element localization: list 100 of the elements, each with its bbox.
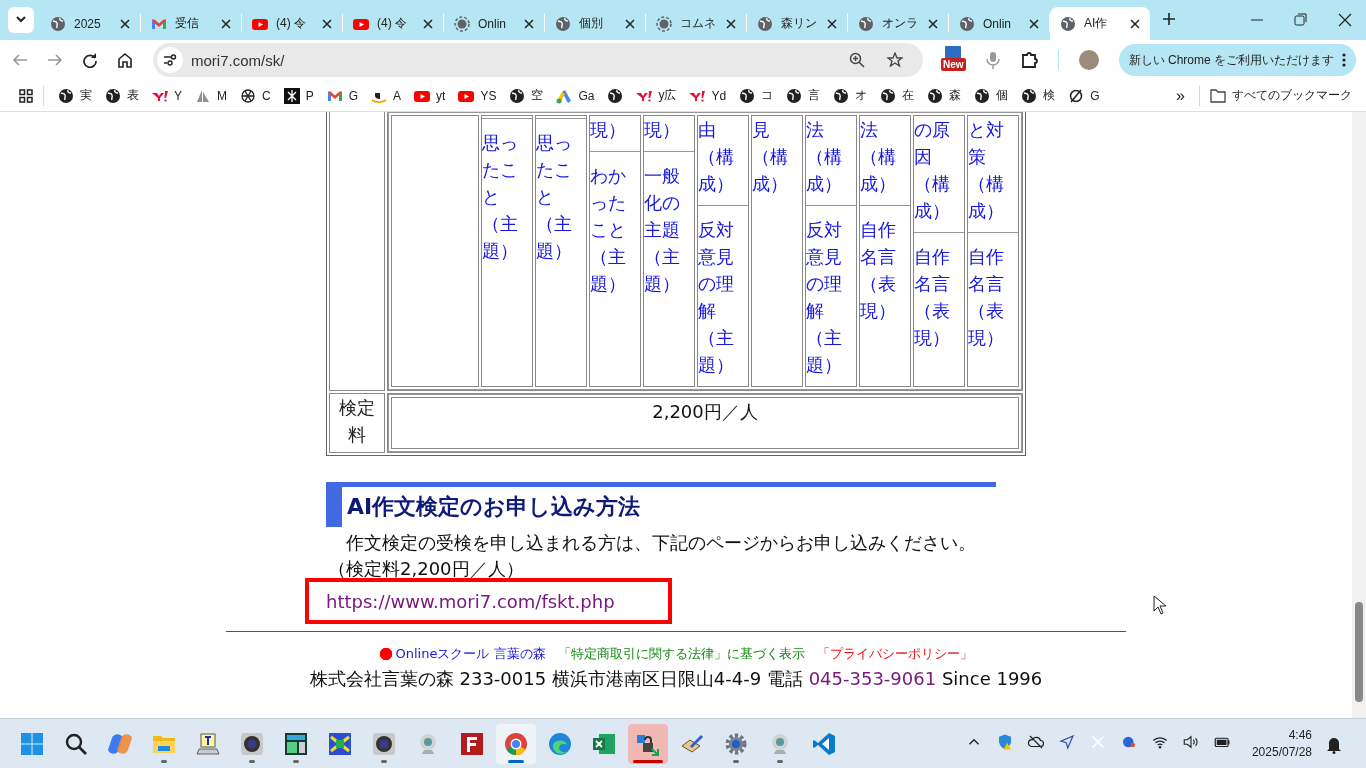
restore-icon[interactable] <box>1294 13 1308 27</box>
browser-tab[interactable]: コムネ <box>646 7 746 40</box>
scrollbar[interactable] <box>1352 112 1366 718</box>
browser-tab[interactable]: 受信 <box>141 7 241 40</box>
ring-icon <box>504 731 528 756</box>
browser-tab[interactable]: 個別 <box>545 7 645 40</box>
site-settings-icon <box>163 53 177 67</box>
tab-list-button[interactable] <box>8 7 34 33</box>
bookmark[interactable]: C <box>240 87 271 104</box>
bookmark[interactable]: Yd <box>689 87 727 104</box>
footer-link[interactable]: 「特定商取引に関する法律」に基づく表示 <box>557 645 805 663</box>
bookmark[interactable]: 個 <box>974 87 1009 104</box>
taskbar-button[interactable] <box>628 723 668 764</box>
back-icon[interactable] <box>12 52 28 68</box>
close-icon[interactable] <box>423 18 433 29</box>
browser-tab[interactable]: Onlin <box>949 7 1049 40</box>
puzzle-icon[interactable] <box>1019 51 1038 69</box>
bookmark[interactable]: M <box>195 87 227 104</box>
more-bookmarks-button[interactable]: » <box>1176 86 1185 105</box>
star-icon[interactable] <box>886 52 903 68</box>
paragraph: 作文検定の受検を申し込まれる方は、下記のページからお申し込みください。 <box>345 531 977 555</box>
close-icon[interactable] <box>726 18 736 29</box>
close-icon[interactable] <box>1029 18 1039 29</box>
bookmark[interactable]: G <box>326 87 359 104</box>
forward-icon[interactable] <box>47 52 63 68</box>
browser-tab[interactable]: 森リン <box>747 7 847 40</box>
url-text: mori7.com/sk/ <box>191 51 286 69</box>
avatar-icon[interactable] <box>1078 50 1099 70</box>
bookmark[interactable]: P <box>283 87 314 104</box>
mic-icon[interactable] <box>985 51 1000 69</box>
cell-text: 自作名言（表現） <box>860 205 910 332</box>
monitor-app-icon <box>284 731 308 756</box>
bookmark[interactable]: 検 <box>1021 87 1056 104</box>
link[interactable]: https://www.mori7.com/fskt.php <box>326 590 615 612</box>
bookmark[interactable]: 在 <box>880 87 915 104</box>
clock-time[interactable]: 4:46 <box>1288 726 1312 744</box>
close-icon[interactable] <box>928 18 938 29</box>
cell-text: 思ったこと（主題） <box>482 131 519 263</box>
clock-date[interactable]: 2025/07/28 <box>1251 743 1312 761</box>
bookmark[interactable]: コ <box>739 87 774 104</box>
footer-link[interactable]: 「プライバシーポリシー」 <box>816 645 973 663</box>
browser-tab[interactable]: 2025 <box>40 7 140 40</box>
bookmark[interactable]: 森 <box>927 87 962 104</box>
globe-icon <box>58 87 74 104</box>
home-icon[interactable] <box>117 52 133 68</box>
bookmark[interactable]: yt <box>414 87 446 104</box>
bookmark[interactable]: オ <box>833 87 868 104</box>
bookmark[interactable]: Ga <box>556 87 595 104</box>
cell-text: 思ったこと（主題） <box>536 131 573 263</box>
plus-icon[interactable] <box>1162 12 1176 26</box>
bookmark[interactable]: 空 <box>509 87 544 104</box>
cell-text: 自作名言（表現） <box>968 232 1018 359</box>
zoom-icon[interactable] <box>848 52 865 68</box>
close-icon[interactable] <box>322 18 332 29</box>
bookmark[interactable]: YS <box>458 87 497 104</box>
cell-text: 一般化の主題（主題） <box>644 151 694 305</box>
section-heading: AI作文検定のお申し込み方法 <box>326 482 996 527</box>
reload-icon[interactable] <box>82 52 98 68</box>
notepad-icon <box>196 731 220 756</box>
cell-text: 現） <box>644 118 681 142</box>
bookmark[interactable]: 表 <box>105 87 139 104</box>
close-icon[interactable] <box>524 18 534 29</box>
close-icon[interactable] <box>827 18 837 29</box>
bookmark[interactable]: G <box>1068 87 1100 104</box>
cell-text: 自作名言（表現） <box>914 232 964 359</box>
close-icon[interactable] <box>1130 18 1140 29</box>
bookmark[interactable]: Y <box>152 87 182 104</box>
browser-tab[interactable]: Onlin <box>444 7 544 40</box>
triangle-icon <box>556 87 573 104</box>
update-button[interactable]: 新しい Chrome をご利用いただけます <box>1118 44 1356 76</box>
settings-icon <box>724 731 748 756</box>
close-icon[interactable] <box>120 18 130 29</box>
globe-icon <box>959 15 975 32</box>
browser-tab[interactable]: オンラ <box>848 7 948 40</box>
bookmark[interactable] <box>607 87 624 104</box>
browser-tab[interactable]: (4) 令 <box>343 7 443 40</box>
address-bar[interactable]: mori7.com/sk/ <box>153 43 923 77</box>
loading-icon <box>454 15 470 32</box>
cursor-icon <box>1153 595 1167 615</box>
cell-text: 検定料 <box>338 396 376 447</box>
footer-link[interactable]: Onlineスクール 言葉の森 <box>379 645 546 663</box>
apps-icon[interactable] <box>19 88 33 103</box>
globe-icon <box>786 87 803 104</box>
cell-text: 現） <box>590 118 627 142</box>
bookmark[interactable]: A <box>371 87 402 104</box>
bookmark[interactable]: 実 <box>58 87 92 104</box>
close-icon[interactable] <box>625 18 635 29</box>
browser-tab[interactable]: AI作 <box>1050 7 1150 40</box>
browser-tab[interactable]: (4) 令 <box>242 7 342 40</box>
bookmarks-folder[interactable]: すべてのブックマーク <box>1210 87 1366 104</box>
bookmark[interactable]: y広 <box>636 87 677 104</box>
close-icon[interactable] <box>221 18 231 29</box>
wave-icon <box>548 731 572 756</box>
cell-text: 法（構成） <box>806 118 843 196</box>
close-icon[interactable] <box>1338 13 1352 27</box>
bookmark[interactable]: 言 <box>786 87 821 104</box>
globe-icon <box>833 87 850 104</box>
code-icon <box>812 731 836 756</box>
phone-link[interactable]: 045-353-9061 <box>808 668 937 689</box>
globe-icon <box>1060 15 1076 32</box>
